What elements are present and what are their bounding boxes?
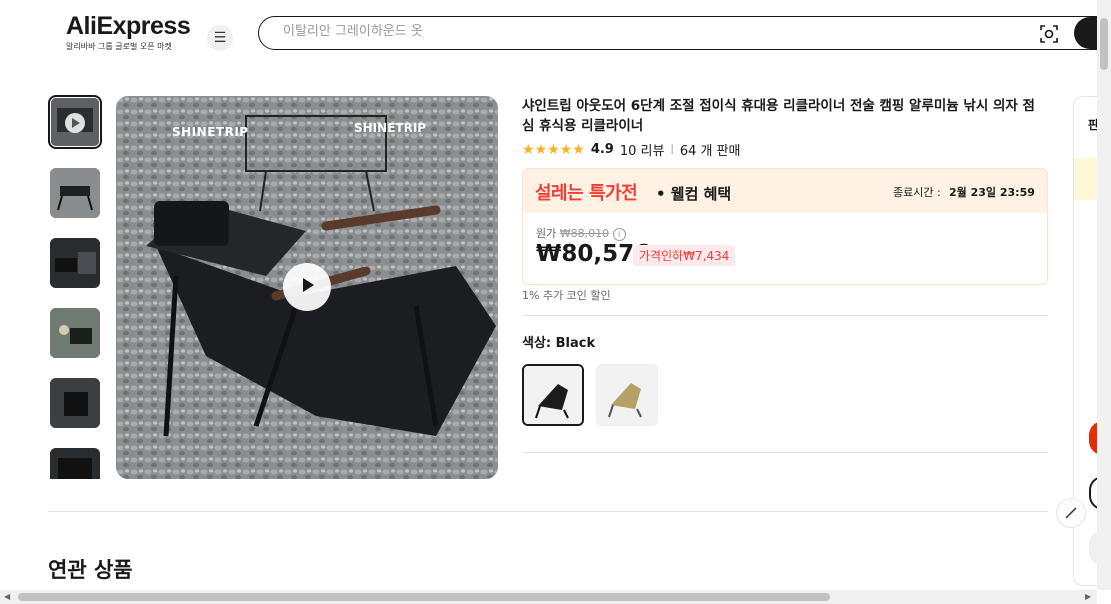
star-rating: ★★★★★ bbox=[522, 142, 585, 158]
search-bar[interactable] bbox=[258, 16, 1111, 50]
search-input[interactable] bbox=[281, 23, 985, 40]
color-label: 색상: Black bbox=[522, 336, 596, 351]
sale-banner: 설레는 특가전 • 웰컴 혜택 종료시간 : 2월 23일 23:59 bbox=[523, 169, 1047, 213]
discount-badge: 가격인하₩7,434 bbox=[633, 245, 736, 266]
vertical-scrollbar[interactable] bbox=[1097, 0, 1111, 590]
end-time-label: 종료시간 : bbox=[893, 186, 941, 199]
thumbnail-6[interactable] bbox=[50, 448, 100, 479]
scroll-right-arrow[interactable]: ▶ bbox=[1085, 592, 1091, 601]
original-price-label: 원가 bbox=[536, 227, 557, 240]
star-icon: ★ bbox=[522, 141, 535, 158]
info-icon[interactable]: i bbox=[612, 227, 626, 241]
aliexpress-logo[interactable]: AliExpress bbox=[66, 12, 191, 41]
brand-watermark-right: SHINETRIP bbox=[354, 121, 427, 135]
scroll-left-arrow[interactable]: ◀ bbox=[4, 592, 10, 601]
star-icon: ★ bbox=[559, 141, 573, 158]
coin-discount: 1% 추가 코인 할인 bbox=[522, 289, 611, 302]
star-icon: ★ bbox=[572, 141, 585, 158]
divider bbox=[48, 511, 1048, 512]
thumbnail-3[interactable] bbox=[50, 238, 100, 288]
vertical-scroll-thumb[interactable] bbox=[1100, 18, 1108, 70]
original-price: 원가 ₩88,010 i bbox=[536, 225, 626, 241]
star-icon: ★ bbox=[547, 141, 560, 158]
sale-campaign-sub: • 웰컴 혜택 bbox=[656, 185, 732, 203]
horizontal-scroll-thumb[interactable] bbox=[18, 593, 830, 601]
sale-box: 설레는 특가전 • 웰컴 혜택 종료시간 : 2월 23일 23:59 원가 ₩… bbox=[522, 168, 1048, 285]
logo-subtitle: 알리바바 그룹 글로벌 오픈 마켓 bbox=[66, 42, 172, 51]
end-time: 2월 23일 23:59 bbox=[949, 186, 1035, 199]
rating-row: ★★★★★ 4.9 10 리뷰 | 64 개 판매 bbox=[522, 140, 741, 160]
brand-watermark: SHINETRIP bbox=[172, 125, 249, 139]
divider: | bbox=[670, 144, 674, 155]
color-swatch-black[interactable] bbox=[522, 364, 584, 426]
hamburger-icon: ☰ bbox=[213, 30, 227, 46]
thumbnail-2[interactable] bbox=[50, 168, 100, 218]
rating-value: 4.9 bbox=[590, 142, 614, 157]
sale-campaign-name: 설레는 특가전 bbox=[535, 183, 638, 204]
thumbnail-video[interactable] bbox=[48, 95, 102, 149]
divider bbox=[522, 315, 1048, 316]
star-icon: ★ bbox=[534, 141, 548, 158]
product-title: 샤인트립 아웃도어 6단계 조절 접이식 휴대용 리클라이너 전술 캠핑 알루미… bbox=[522, 98, 1035, 134]
share-button[interactable] bbox=[1056, 498, 1086, 528]
divider bbox=[522, 452, 1048, 453]
original-price-value: ₩88,010 bbox=[559, 227, 610, 240]
play-video-button[interactable] bbox=[283, 263, 331, 311]
play-icon bbox=[298, 276, 316, 298]
menu-button[interactable]: ☰ bbox=[207, 25, 233, 51]
thumbnail-5[interactable] bbox=[50, 378, 100, 428]
related-products-heading: 연관 상품 bbox=[48, 558, 133, 582]
color-swatch-khaki[interactable] bbox=[596, 364, 658, 426]
reviews-link[interactable]: 10 리뷰 bbox=[620, 140, 665, 159]
sold-count: 64 개 판매 bbox=[679, 144, 741, 159]
thumbnail-4[interactable] bbox=[50, 308, 100, 358]
panel-highlight bbox=[1074, 158, 1097, 200]
image-search-icon[interactable] bbox=[1039, 24, 1059, 44]
